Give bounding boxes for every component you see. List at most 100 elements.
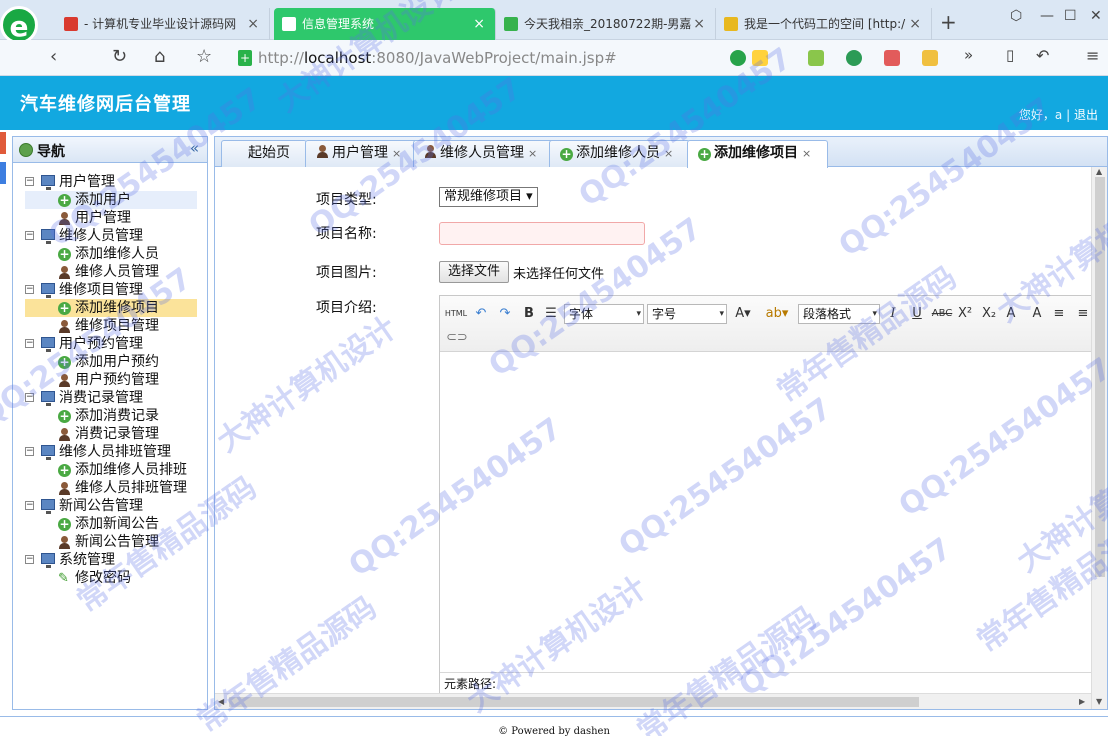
browser-tab-4[interactable]: 我是一个代码工的空间 [http:/ × [716, 8, 932, 40]
browser-tab-1[interactable]: - 计算机专业毕业设计源码网 × [56, 8, 270, 40]
font-color-icon[interactable]: A▾ [732, 304, 754, 324]
tree-group[interactable]: − 消费记录管理 [25, 389, 197, 407]
tree-group[interactable]: − 系统管理 [25, 551, 197, 569]
tree-item[interactable]: 用户管理 [25, 209, 197, 227]
collapse-toggle-icon[interactable]: − [25, 501, 34, 510]
italic-icon[interactable]: I [884, 304, 902, 324]
minimize-icon[interactable]: — [1040, 8, 1054, 24]
tree-item[interactable]: 消费记录管理 [25, 425, 197, 443]
collapse-sidebar-icon[interactable]: « [190, 139, 199, 157]
panel-tab[interactable]: + 添加维修人员 × [549, 140, 691, 167]
scrollbar-thumb[interactable] [1095, 177, 1105, 577]
menu-icon[interactable]: ≡ [1086, 46, 1099, 65]
scroll-down-icon[interactable]: ▼ [1096, 697, 1102, 706]
extension-icon[interactable] [808, 50, 824, 66]
tree-group[interactable]: − 维修人员管理 [25, 227, 197, 245]
tree-group[interactable]: − 用户管理 [25, 173, 197, 191]
superscript-icon[interactable]: X² [956, 304, 974, 324]
tree-item[interactable]: + 添加新闻公告 [25, 515, 197, 533]
close-tab-icon[interactable]: × [473, 8, 485, 40]
strikethrough-icon[interactable]: ABC [930, 304, 954, 324]
redo-icon[interactable]: ↷ [496, 304, 514, 324]
tree-item[interactable]: 维修人员排班管理 [25, 479, 197, 497]
clear-format-icon[interactable]: A [1002, 304, 1020, 324]
underline-icon[interactable]: U [908, 304, 926, 324]
tree-group[interactable]: − 新闻公告管理 [25, 497, 197, 515]
collapse-toggle-icon[interactable]: − [25, 393, 34, 402]
scroll-right-icon[interactable]: ▶ [1079, 697, 1085, 706]
tree-group[interactable]: − 维修项目管理 [25, 281, 197, 299]
reload-icon[interactable]: ↻ [112, 46, 127, 67]
panel-tab[interactable]: 维修人员管理 × [413, 140, 555, 167]
new-tab-button[interactable]: + [940, 10, 957, 34]
skin-icon[interactable]: ⬡ [1010, 8, 1022, 24]
tree-item[interactable]: + 添加维修人员 [25, 245, 197, 263]
bookmark-star-icon[interactable]: ☆ [196, 46, 212, 67]
extension-icon[interactable] [846, 50, 862, 66]
format-painter-icon[interactable]: A [1028, 304, 1046, 324]
tree-item[interactable]: 新闻公告管理 [25, 533, 197, 551]
undo-icon[interactable]: ↶ [1036, 46, 1049, 65]
collapse-toggle-icon[interactable]: − [25, 555, 34, 564]
close-window-icon[interactable]: ✕ [1090, 8, 1102, 24]
extension-icon[interactable] [730, 50, 746, 66]
scroll-up-icon[interactable]: ▲ [1096, 167, 1102, 176]
paragraph-format-combo[interactable]: 段落格式 ▾ [798, 304, 880, 324]
font-family-combo[interactable]: 字体 ▾ [564, 304, 644, 324]
close-tab-icon[interactable]: × [392, 147, 401, 160]
close-tab-icon[interactable]: × [693, 8, 705, 40]
format-block-icon[interactable]: ☰ [542, 304, 560, 324]
back-icon[interactable]: ‹ [50, 46, 57, 67]
horizontal-scrollbar[interactable]: ◀ ▶ [215, 693, 1091, 709]
tree-item[interactable]: 维修人员管理 [25, 263, 197, 281]
align-center-icon[interactable]: ≡ [1074, 304, 1092, 324]
collapse-toggle-icon[interactable]: − [25, 285, 34, 294]
scrollbar-thumb[interactable] [229, 697, 919, 707]
tree-group[interactable]: − 维修人员排班管理 [25, 443, 197, 461]
align-left-icon[interactable]: ≡ [1050, 304, 1068, 324]
lightning-icon[interactable] [752, 50, 768, 66]
collapse-toggle-icon[interactable]: − [25, 447, 34, 456]
project-type-select[interactable]: 常规维修项目 ▾ [439, 187, 538, 207]
maximize-icon[interactable]: ☐ [1064, 8, 1077, 24]
collapse-toggle-icon[interactable]: − [25, 177, 34, 186]
close-tab-icon[interactable]: × [247, 8, 259, 40]
logout-link[interactable]: 退出 [1074, 108, 1098, 122]
close-tab-icon[interactable]: × [909, 8, 921, 40]
scroll-left-icon[interactable]: ◀ [218, 697, 224, 706]
choose-file-button[interactable]: 选择文件 [439, 261, 510, 283]
side-strip-item[interactable] [0, 132, 6, 154]
browser-tab-3[interactable]: 今天我相亲_20180722期-男嘉 × [496, 8, 716, 40]
tree-item[interactable]: + 添加维修项目 [25, 299, 197, 317]
project-name-input[interactable] [439, 222, 645, 245]
tree-item[interactable]: 用户预约管理 [25, 371, 197, 389]
collapse-toggle-icon[interactable]: − [25, 231, 34, 240]
extension-icon[interactable] [884, 50, 900, 66]
panel-tab[interactable]: 用户管理 × [305, 140, 419, 167]
tree-item[interactable]: + 添加用户 [25, 191, 197, 209]
vertical-scrollbar[interactable]: ▲ ▼ [1091, 167, 1107, 709]
tree-item[interactable]: + 添加消费记录 [25, 407, 197, 425]
home-icon[interactable]: ⌂ [154, 46, 165, 67]
highlight-color-icon[interactable]: ab▾ [764, 304, 790, 324]
link-icon[interactable]: ⊂⊃ [446, 328, 468, 348]
close-tab-icon[interactable]: × [528, 147, 537, 160]
close-tab-icon[interactable]: × [802, 147, 811, 160]
bold-icon[interactable]: B [520, 304, 538, 324]
tree-item[interactable]: + 添加维修人员排班 [25, 461, 197, 479]
extension-icon[interactable] [922, 50, 938, 66]
side-strip-item[interactable] [0, 162, 6, 184]
more-extensions-icon[interactable]: » [964, 46, 973, 64]
close-tab-icon[interactable]: × [664, 147, 673, 160]
font-size-combo[interactable]: 字号 ▾ [647, 304, 727, 324]
browser-tab-2[interactable]: 信息管理系统 × [274, 8, 496, 40]
html-source-button[interactable]: HTML [444, 304, 468, 324]
tree-item[interactable]: 维修项目管理 [25, 317, 197, 335]
tree-group[interactable]: − 用户预约管理 [25, 335, 197, 353]
address-bar[interactable]: + http://localhost:8080/JavaWebProject/m… [232, 44, 720, 72]
reading-mode-icon[interactable]: ▯ [1006, 46, 1014, 64]
subscript-icon[interactable]: X₂ [980, 304, 998, 324]
panel-tab[interactable]: + 添加维修项目 × [687, 140, 829, 168]
collapse-toggle-icon[interactable]: − [25, 339, 34, 348]
tree-item[interactable]: + 添加用户预约 [25, 353, 197, 371]
